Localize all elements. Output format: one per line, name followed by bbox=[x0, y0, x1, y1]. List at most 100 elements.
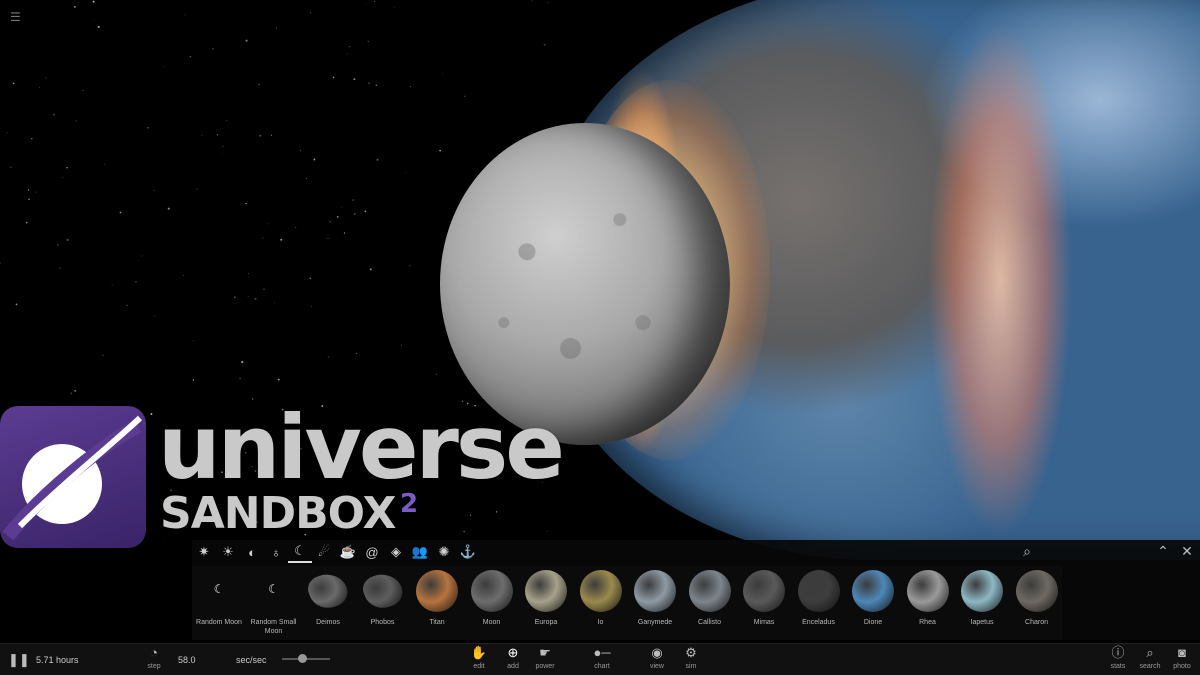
star bbox=[405, 172, 407, 174]
star bbox=[45, 77, 47, 79]
object-item-iapetus[interactable]: Iapetus bbox=[955, 566, 1009, 640]
step-button[interactable]: ◔ step bbox=[140, 644, 168, 675]
logo-subtitle: SANDBOX bbox=[160, 488, 396, 539]
object-thumbnail bbox=[416, 570, 458, 612]
star bbox=[400, 344, 403, 346]
object-item-phobos[interactable]: Phobos bbox=[356, 566, 410, 640]
photo-label: photo bbox=[1173, 663, 1191, 670]
star bbox=[439, 149, 441, 152]
star bbox=[346, 53, 348, 55]
chevron-up-icon[interactable]: ⌃ bbox=[1154, 542, 1172, 560]
comet-icon[interactable]: ☄ bbox=[312, 541, 336, 563]
object-item-ganymede[interactable]: Ganymede bbox=[628, 566, 682, 640]
star bbox=[280, 238, 283, 241]
pause-icon[interactable]: ❚❚ bbox=[8, 644, 30, 675]
star bbox=[82, 89, 84, 91]
black-hole-icon[interactable]: ◈ bbox=[384, 541, 408, 563]
star bbox=[353, 78, 356, 81]
star bbox=[332, 76, 335, 79]
anchor-icon[interactable]: ⚓ bbox=[456, 541, 480, 563]
star bbox=[353, 213, 356, 215]
star bbox=[394, 7, 395, 9]
star bbox=[309, 277, 312, 280]
object-item-rhea[interactable]: Rhea bbox=[901, 566, 955, 640]
moon-icon[interactable]: ☾ bbox=[288, 541, 312, 563]
star bbox=[245, 202, 247, 205]
star bbox=[10, 166, 12, 169]
spiral-galaxy-icon[interactable]: @ bbox=[360, 541, 384, 563]
star bbox=[369, 268, 372, 271]
object-item-charon[interactable]: Charon bbox=[1010, 566, 1064, 640]
close-icon[interactable]: ✕ bbox=[1178, 542, 1196, 560]
star bbox=[247, 273, 249, 274]
search-icon[interactable]: ⌕ bbox=[1018, 542, 1036, 560]
star bbox=[239, 377, 242, 380]
sim-time: 5.71 hours bbox=[36, 655, 79, 665]
star bbox=[102, 354, 104, 356]
speed-slider-knob[interactable] bbox=[298, 654, 307, 663]
object-thumbnail bbox=[579, 570, 622, 612]
star bbox=[196, 188, 198, 190]
photo-button[interactable]: ◙ photo bbox=[1170, 644, 1194, 675]
step-value: 58.0 bbox=[178, 655, 196, 665]
chart-button[interactable]: ●─ chart bbox=[590, 644, 614, 675]
star bbox=[343, 232, 346, 234]
object-item-europa[interactable]: Europa bbox=[519, 566, 573, 640]
star bbox=[111, 284, 113, 286]
star bbox=[59, 267, 61, 269]
edit-button[interactable]: ✋ edit bbox=[468, 644, 490, 675]
object-item-enceladus[interactable]: Enceladus bbox=[792, 566, 846, 640]
stats-button[interactable]: ⓘ stats bbox=[1106, 644, 1130, 675]
object-label: Callisto bbox=[698, 619, 721, 626]
star bbox=[149, 516, 150, 517]
object-item-titan[interactable]: Titan bbox=[410, 566, 464, 640]
rocky-planet-icon[interactable]: ◐ bbox=[240, 541, 264, 563]
object-thumbnail bbox=[470, 570, 513, 612]
simulation-viewport[interactable]: ☰ universe SANDBOX 2 ✷ ☀ ◐ ♁ ☾ ☄ ☕ @ ◈ 👥 ✺ ⚓ ⌕ ⌃ ✕ … bbox=[0, 0, 1200, 675]
star bbox=[375, 84, 378, 87]
people-icon[interactable]: 👥 bbox=[408, 541, 432, 563]
object-item-mimas[interactable]: Mimas bbox=[737, 566, 791, 640]
add-button[interactable]: ⊕ add bbox=[502, 644, 524, 675]
star-icon[interactable]: ☀ bbox=[216, 541, 240, 563]
object-item-random-moon[interactable]: ☾ Random Moon bbox=[192, 566, 246, 640]
hamburger-menu-icon[interactable]: ☰ bbox=[10, 10, 21, 24]
object-item-deimos[interactable]: Deimos bbox=[301, 566, 355, 640]
sun-icon[interactable]: ✺ bbox=[432, 541, 456, 563]
object-item-callisto[interactable]: Callisto bbox=[683, 566, 737, 640]
star bbox=[274, 302, 275, 304]
star bbox=[56, 243, 59, 246]
ringed-planet-icon[interactable]: ♁ bbox=[264, 541, 288, 563]
star bbox=[247, 296, 249, 298]
logo-version: 2 bbox=[400, 489, 419, 519]
object-item-random-small-moon[interactable]: ☾ Random Small Moon bbox=[247, 566, 301, 640]
star bbox=[270, 134, 273, 136]
star bbox=[329, 221, 331, 223]
object-thumbnail bbox=[634, 570, 676, 612]
star bbox=[53, 113, 56, 116]
power-button[interactable]: ☛ power bbox=[534, 644, 556, 675]
chart-icon: ●─ bbox=[593, 645, 611, 660]
logo-icon bbox=[0, 406, 146, 548]
object-thumbnail bbox=[303, 569, 353, 613]
object-item-dione[interactable]: Dione bbox=[846, 566, 900, 640]
star bbox=[75, 120, 77, 122]
star bbox=[27, 189, 30, 191]
object-item-io[interactable]: Io bbox=[574, 566, 628, 640]
info-icon: ⓘ bbox=[1111, 645, 1125, 660]
star bbox=[368, 82, 370, 85]
power-icon: ☛ bbox=[539, 645, 551, 660]
eye-icon: ◉ bbox=[651, 645, 663, 660]
star bbox=[305, 177, 307, 179]
star bbox=[31, 138, 33, 140]
teapot-icon[interactable]: ☕ bbox=[336, 541, 360, 563]
search-button[interactable]: ⌕ search bbox=[1138, 644, 1162, 675]
galaxy-icon[interactable]: ✷ bbox=[192, 541, 216, 563]
object-thumbnail bbox=[358, 569, 407, 613]
object-list: ☾ Random Moon ☾ Random Small Moon Deimos Phob… bbox=[192, 566, 1062, 640]
sim-button[interactable]: ⚙ sim bbox=[680, 644, 702, 675]
object-item-moon[interactable]: Moon bbox=[465, 566, 519, 640]
edit-label: edit bbox=[473, 663, 485, 670]
star bbox=[364, 210, 367, 213]
view-button[interactable]: ◉ view bbox=[646, 644, 668, 675]
